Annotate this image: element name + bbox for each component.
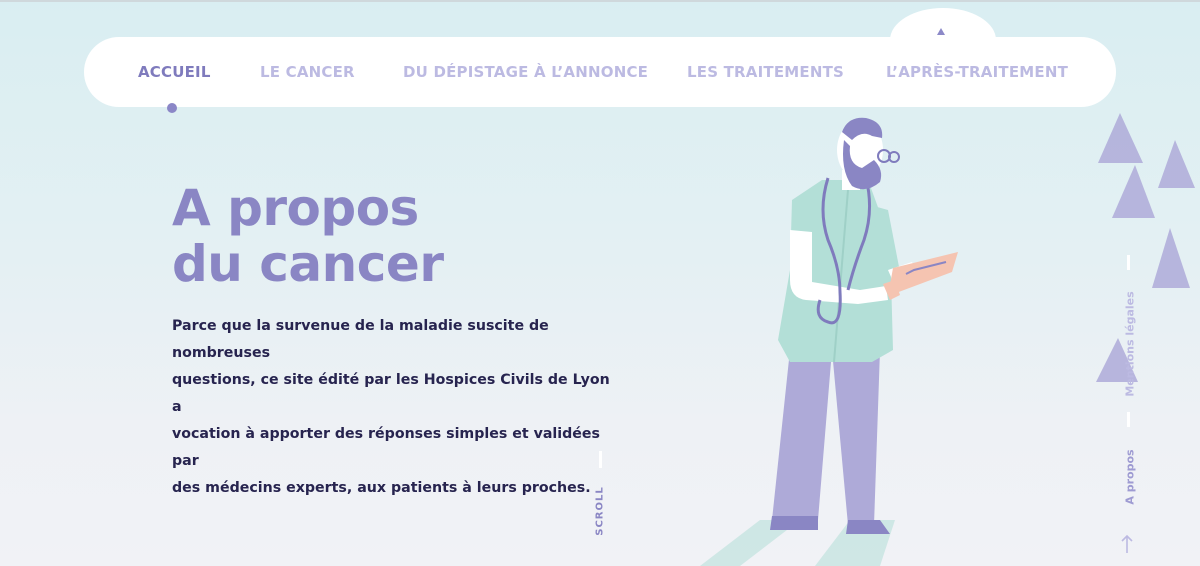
intro-line-4: des médecins experts, aux patients à leu… xyxy=(172,480,591,496)
nav-item-traitements[interactable]: LES TRAITEMENTS xyxy=(687,63,844,81)
intro-paragraph: Parce que la survenue de la maladie susc… xyxy=(172,313,617,502)
page-title-line-2: du cancer xyxy=(172,235,444,293)
nav-item-apres-traitement[interactable]: L’APRÈS-TRAITEMENT xyxy=(886,63,1068,81)
active-nav-dot-icon xyxy=(167,103,177,113)
intro-line-3: vocation à apporter des réponses simples… xyxy=(172,426,600,469)
top-border xyxy=(0,0,1200,2)
side-dash-middle xyxy=(1127,412,1130,427)
page-title-line-1: A propos xyxy=(172,179,419,237)
a-propos-link[interactable]: A propos xyxy=(1124,449,1137,504)
caret-up-icon xyxy=(937,28,945,35)
intro-line-1: Parce que la survenue de la maladie susc… xyxy=(172,318,549,361)
page-title: A propos du cancer xyxy=(172,179,444,293)
nav-item-accueil[interactable]: ACCUEIL xyxy=(138,63,211,81)
mentions-legales-link[interactable]: Mentions légales xyxy=(1124,291,1137,396)
arrow-up-icon[interactable] xyxy=(1119,534,1135,554)
scroll-dash xyxy=(599,451,602,468)
intro-line-2: questions, ce site édité par les Hospice… xyxy=(172,372,610,415)
nav-item-depistage[interactable]: DU DÉPISTAGE À L’ANNONCE xyxy=(403,63,648,81)
side-dash-top xyxy=(1127,255,1130,270)
nav-item-le-cancer[interactable]: LE CANCER xyxy=(260,63,355,81)
scroll-indicator[interactable]: SCROLL xyxy=(595,486,606,536)
